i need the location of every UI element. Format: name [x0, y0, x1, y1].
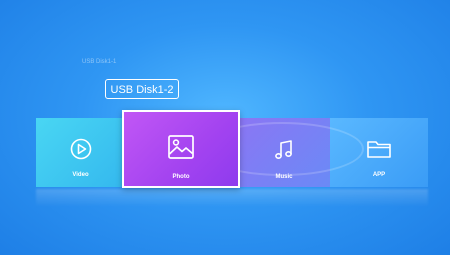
tile-video[interactable]: Video: [36, 118, 125, 187]
tile-video-label: Video: [72, 172, 89, 178]
photo-icon: [167, 134, 195, 165]
video-play-icon: [70, 138, 92, 165]
tile-photo[interactable]: Photo: [122, 110, 240, 188]
disk-item-selected[interactable]: USB Disk1-2: [105, 79, 179, 99]
disk-item-previous[interactable]: USB Disk1-1: [82, 59, 116, 65]
tile-app-label: APP: [372, 172, 386, 178]
tiles-reflection: [36, 189, 428, 207]
folder-icon: [366, 138, 392, 165]
media-launcher-screen: USB Disk1-1 USB Disk1-2 Video Music APP …: [0, 0, 450, 255]
tile-photo-label: Photo: [172, 174, 190, 180]
